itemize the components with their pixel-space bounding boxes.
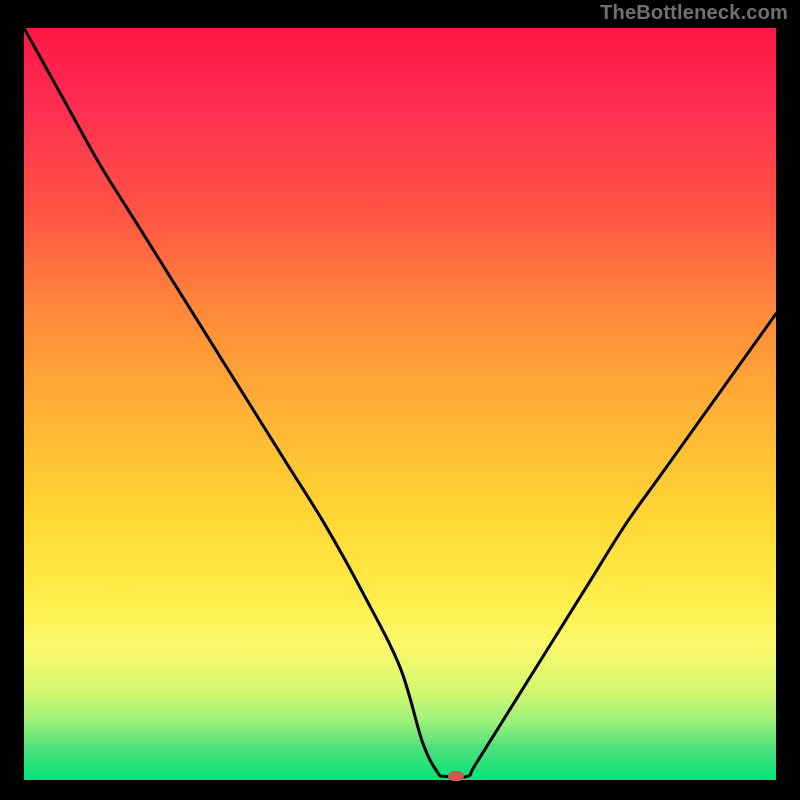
bottleneck-curve [24,28,776,780]
watermark-text: TheBottleneck.com [600,2,788,25]
min-point-marker [448,771,464,781]
chart-frame: TheBottleneck.com [0,0,800,800]
plot-area [24,28,776,780]
